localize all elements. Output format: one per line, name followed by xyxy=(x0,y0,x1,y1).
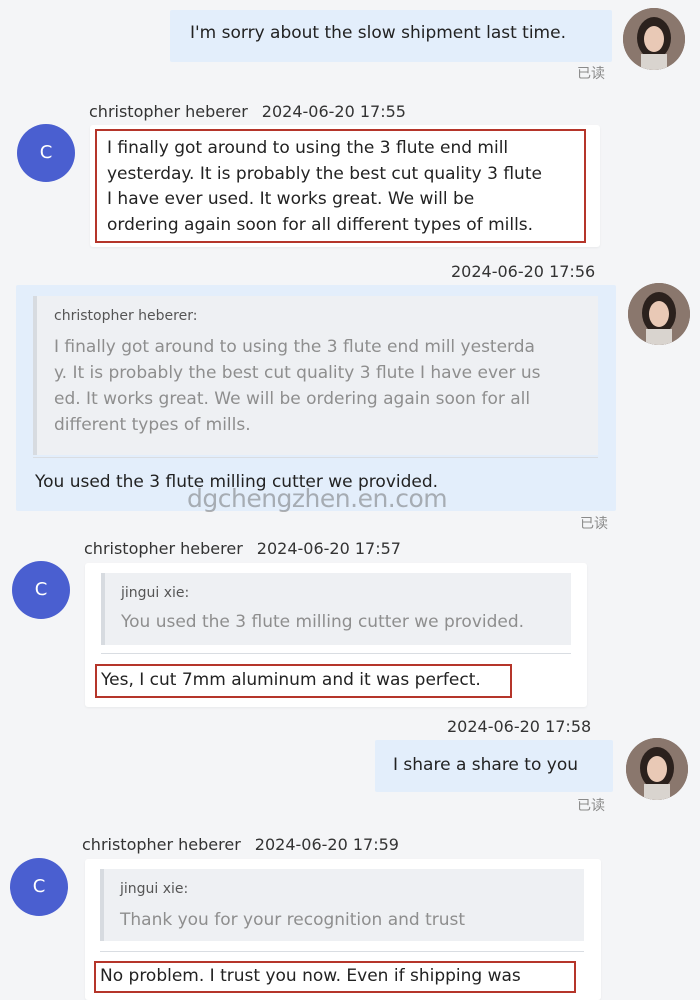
message-line: I finally got around to using the 3 flut… xyxy=(107,138,509,158)
read-status: 已读 xyxy=(580,516,608,532)
sender-name: christopher heberer xyxy=(82,835,241,854)
message-bubble-outgoing[interactable]: I share a share to you xyxy=(375,740,613,792)
message-timestamp: 2024-06-20 17:57 xyxy=(256,539,401,558)
message-header: christopher heberer 2024-06-20 17:59 xyxy=(82,835,399,854)
read-status: 已读 xyxy=(577,798,605,814)
contact-avatar[interactable]: C xyxy=(17,124,75,182)
quoted-line: different types of mills. xyxy=(54,415,251,435)
message-timestamp: 2024-06-20 17:55 xyxy=(261,102,406,121)
user-avatar[interactable] xyxy=(623,8,685,70)
quoted-sender: christopher heberer: xyxy=(54,308,198,324)
quoted-text: I finally got around to using the 3 flut… xyxy=(54,334,541,438)
quoted-text: Thank you for your recognition and trust xyxy=(120,910,466,930)
avatar-photo-icon xyxy=(628,283,690,345)
quoted-line: y. It is probably the best cut quality 3… xyxy=(54,363,541,383)
quoted-line: ed. It works great. We will be ordering … xyxy=(54,389,531,409)
quote-divider xyxy=(33,457,598,458)
message-bubble-incoming[interactable]: jingui xie: Thank you for your recogniti… xyxy=(85,859,601,1000)
message-bubble-outgoing[interactable]: I'm sorry about the slow shipment last t… xyxy=(170,10,612,62)
quote-divider xyxy=(101,653,571,654)
message-header: christopher heberer 2024-06-20 17:55 xyxy=(89,102,406,121)
message-bubble-incoming[interactable]: jingui xie: You used the 3 flute milling… xyxy=(85,563,587,707)
message-text: I finally got around to using the 3 flut… xyxy=(107,136,542,238)
contact-avatar[interactable]: C xyxy=(12,561,70,619)
avatar-photo-icon xyxy=(626,738,688,800)
quoted-message: jingui xie: Thank you for your recogniti… xyxy=(100,869,584,941)
contact-avatar[interactable]: C xyxy=(10,858,68,916)
avatar-photo-icon xyxy=(623,8,685,70)
quote-divider xyxy=(100,951,584,952)
message-line: ordering again soon for all different ty… xyxy=(107,214,534,235)
sender-name: christopher heberer xyxy=(89,102,248,121)
quoted-message: christopher heberer: I finally got aroun… xyxy=(33,296,598,455)
quoted-sender: jingui xie: xyxy=(120,881,189,897)
message-text: Yes, I cut 7mm aluminum and it was perfe… xyxy=(101,670,481,690)
quoted-message: jingui xie: You used the 3 flute milling… xyxy=(101,573,571,645)
message-header: christopher heberer 2024-06-20 17:57 xyxy=(84,539,401,558)
sender-name: christopher heberer xyxy=(84,539,243,558)
message-text: No problem. I trust you now. Even if shi… xyxy=(100,966,521,986)
read-status: 已读 xyxy=(577,66,605,82)
message-timestamp: 2024-06-20 17:56 xyxy=(451,262,596,281)
user-avatar[interactable] xyxy=(628,283,690,345)
message-timestamp: 2024-06-20 17:59 xyxy=(254,835,399,854)
message-line: I have ever used. It works great. We wil… xyxy=(107,189,475,209)
quoted-line: I finally got around to using the 3 flut… xyxy=(54,337,535,357)
message-timestamp: 2024-06-20 17:58 xyxy=(447,717,592,736)
message-line: yesterday. It is probably the best cut q… xyxy=(107,163,542,184)
quoted-sender: jingui xie: xyxy=(121,585,190,601)
message-text: I share a share to you xyxy=(393,755,578,775)
message-text: I'm sorry about the slow shipment last t… xyxy=(190,23,566,43)
user-avatar[interactable] xyxy=(626,738,688,800)
watermark: dgchengzhen.en.com xyxy=(187,484,448,513)
message-bubble-incoming[interactable]: I finally got around to using the 3 flut… xyxy=(90,125,600,247)
quoted-text: You used the 3 flute milling cutter we p… xyxy=(121,612,525,632)
message-bubble-outgoing[interactable]: christopher heberer: I finally got aroun… xyxy=(16,285,616,511)
